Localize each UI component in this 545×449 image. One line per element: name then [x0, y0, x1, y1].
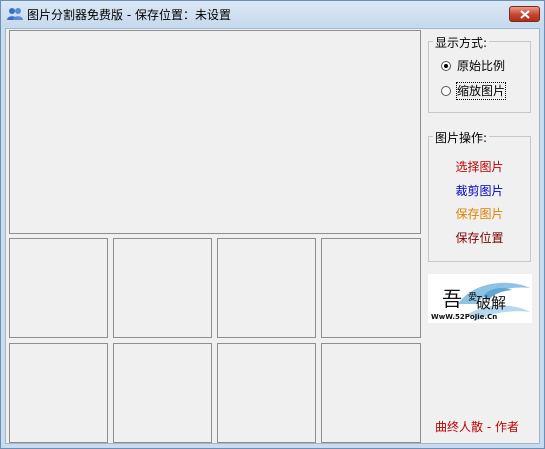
image-ops-group: 图片操作: 选择图片 裁剪图片 保存图片 保存位置 — [428, 129, 531, 262]
site-logo[interactable]: 吾 愛 破解 WwW.52PoJie.Cn — [428, 274, 532, 323]
crop-image-link[interactable]: 裁剪图片 — [429, 183, 530, 199]
save-image-link[interactable]: 保存图片 — [429, 206, 530, 222]
title-bar[interactable]: 图片分割器免费版 - 保存位置：未设置 — [1, 1, 544, 27]
client-area: 显示方式: 原始比例 缩放图片 图片操作: 选择图片 裁剪图片 保存图片 保存位… — [5, 28, 540, 444]
display-mode-title: 显示方式: — [433, 34, 490, 51]
thumbnail-panel[interactable] — [113, 343, 212, 443]
svg-text:破解: 破解 — [476, 294, 506, 312]
thumbnail-panel[interactable] — [217, 343, 316, 443]
radio-dot-checked[interactable] — [441, 61, 451, 71]
select-image-link[interactable]: 选择图片 — [429, 159, 530, 175]
thumbnail-panel[interactable] — [321, 343, 421, 443]
radio-original-ratio-label: 原始比例 — [457, 59, 506, 73]
thumbnail-panel[interactable] — [9, 343, 108, 443]
radio-scale-image-label: 缩放图片 — [455, 82, 507, 100]
app-window: 图片分割器免费版 - 保存位置：未设置 显示方式: 原始比例 缩放图片 图片操作… — [0, 0, 545, 449]
image-ops-title: 图片操作: — [433, 129, 490, 146]
main-preview-panel[interactable] — [9, 30, 421, 234]
author-credit: 曲终人散 - 作者 — [435, 420, 519, 434]
thumbnail-panel[interactable] — [321, 238, 421, 338]
radio-dot[interactable] — [441, 86, 451, 96]
thumbnail-panel[interactable] — [9, 238, 108, 338]
users-icon — [7, 8, 23, 20]
close-icon — [520, 10, 530, 19]
close-button[interactable] — [509, 6, 540, 22]
thumbnail-panel[interactable] — [113, 238, 212, 338]
window-title: 图片分割器免费版 - 保存位置：未设置 — [27, 8, 231, 22]
logo-main-char: 吾 — [442, 287, 462, 311]
thumbnail-panel[interactable] — [217, 238, 316, 338]
logo-url: WwW.52PoJie.Cn — [431, 313, 497, 321]
display-mode-group: 显示方式: 原始比例 缩放图片 — [428, 34, 531, 113]
save-location-link[interactable]: 保存位置 — [429, 230, 530, 246]
logo-image: 吾 愛 破解 WwW.52PoJie.Cn — [428, 274, 532, 323]
